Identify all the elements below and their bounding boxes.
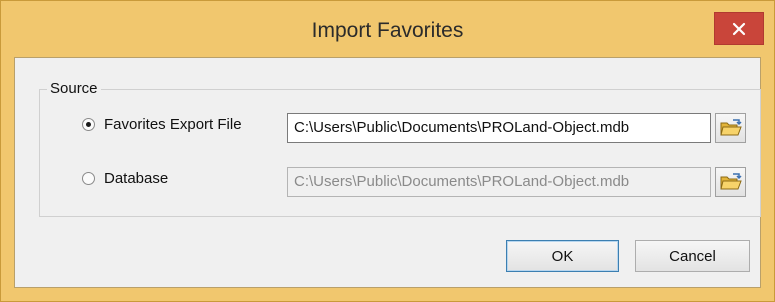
- dialog-title: Import Favorites: [311, 19, 464, 42]
- favorites-export-file-browse-button[interactable]: [715, 113, 746, 143]
- favorites-export-file-radio[interactable]: [82, 118, 95, 131]
- database-browse-button[interactable]: [715, 167, 746, 197]
- dialog-body: Source Favorites Export File C:\Users\Pu…: [14, 57, 761, 288]
- database-label[interactable]: Database: [104, 170, 168, 187]
- database-radio[interactable]: [82, 172, 95, 185]
- database-path-input[interactable]: C:\Users\Public\Documents\PROLand-Object…: [287, 167, 711, 197]
- source-groupbox: Source Favorites Export File C:\Users\Pu…: [39, 80, 761, 217]
- title-bar[interactable]: Import Favorites: [1, 1, 774, 57]
- ok-button[interactable]: OK: [506, 240, 619, 272]
- folder-open-icon: [719, 173, 742, 190]
- import-favorites-dialog: Import Favorites Source Favorites Export…: [0, 0, 775, 302]
- close-icon: [732, 22, 746, 35]
- favorites-export-file-path-input[interactable]: C:\Users\Public\Documents\PROLand-Object…: [287, 113, 711, 143]
- folder-open-icon: [719, 119, 742, 136]
- cancel-button[interactable]: Cancel: [635, 240, 750, 272]
- source-group-label: Source: [47, 80, 101, 97]
- close-button[interactable]: [714, 12, 764, 45]
- favorites-export-file-label[interactable]: Favorites Export File: [104, 116, 242, 133]
